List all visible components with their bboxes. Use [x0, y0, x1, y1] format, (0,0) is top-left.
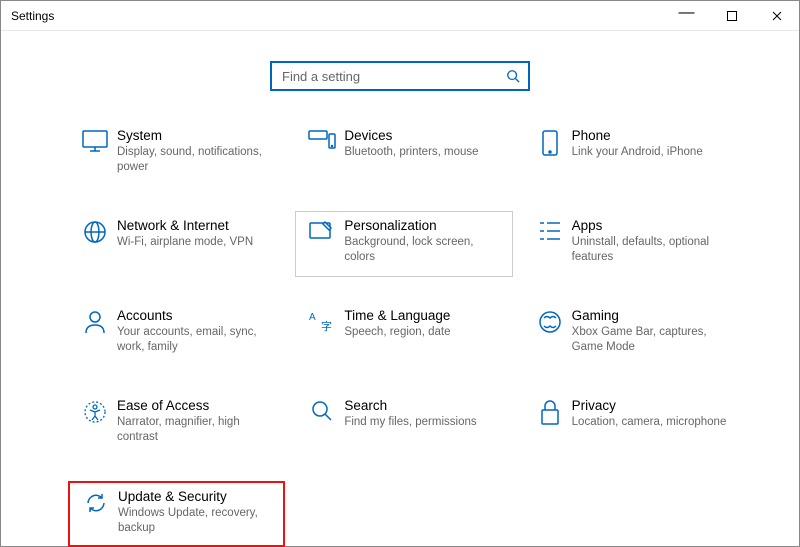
- tile-desc: Bluetooth, printers, mouse: [344, 145, 503, 160]
- tile-accounts[interactable]: Accounts Your accounts, email, sync, wor…: [68, 301, 285, 367]
- ease-of-access-icon: [77, 398, 113, 424]
- settings-grid: System Display, sound, notifications, po…: [60, 121, 740, 547]
- tile-title: Search: [344, 398, 503, 413]
- tile-desc: Speech, region, date: [344, 325, 503, 340]
- search-box[interactable]: [270, 61, 530, 91]
- window-title: Settings: [11, 9, 54, 23]
- tile-desc: Wi-Fi, airplane mode, VPN: [117, 235, 276, 250]
- personalization-icon: [304, 218, 340, 242]
- update-security-icon: [78, 489, 114, 515]
- tile-title: Phone: [572, 128, 731, 143]
- tile-title: Accounts: [117, 308, 276, 323]
- svg-text:A: A: [309, 312, 316, 323]
- tile-ease-of-access[interactable]: Ease of Access Narrator, magnifier, high…: [68, 391, 285, 457]
- search-icon: [506, 69, 520, 83]
- tile-update-security[interactable]: Update & Security Windows Update, recove…: [68, 481, 285, 547]
- tile-title: Gaming: [572, 308, 731, 323]
- close-button[interactable]: [754, 1, 799, 31]
- tile-personalization[interactable]: Personalization Background, lock screen,…: [295, 211, 512, 277]
- minimize-button[interactable]: —: [664, 1, 709, 31]
- gaming-icon: [532, 308, 568, 334]
- tile-title: Devices: [344, 128, 503, 143]
- tile-desc: Your accounts, email, sync, work, family: [117, 325, 276, 355]
- tile-phone[interactable]: Phone Link your Android, iPhone: [523, 121, 740, 187]
- tile-desc: Display, sound, notifications, power: [117, 145, 276, 175]
- privacy-icon: [532, 398, 568, 426]
- tile-desc: Link your Android, iPhone: [572, 145, 731, 160]
- tile-desc: Background, lock screen, colors: [344, 235, 503, 265]
- tile-title: Ease of Access: [117, 398, 276, 413]
- tile-gaming[interactable]: Gaming Xbox Game Bar, captures, Game Mod…: [523, 301, 740, 367]
- tile-desc: Narrator, magnifier, high contrast: [117, 415, 276, 445]
- tile-title: Privacy: [572, 398, 731, 413]
- tile-title: Personalization: [344, 218, 503, 233]
- tile-title: Time & Language: [344, 308, 503, 323]
- content-area: System Display, sound, notifications, po…: [1, 31, 799, 547]
- globe-icon: [77, 218, 113, 244]
- tile-apps[interactable]: Apps Uninstall, defaults, optional featu…: [523, 211, 740, 277]
- svg-text:字: 字: [321, 319, 332, 332]
- tile-devices[interactable]: Devices Bluetooth, printers, mouse: [295, 121, 512, 187]
- tile-search[interactable]: Search Find my files, permissions: [295, 391, 512, 457]
- tile-title: Update & Security: [118, 489, 275, 504]
- time-language-icon: A字: [304, 308, 340, 332]
- titlebar: Settings —: [1, 1, 799, 31]
- devices-icon: [304, 128, 340, 152]
- tile-title: Network & Internet: [117, 218, 276, 233]
- search-input[interactable]: [280, 68, 506, 85]
- system-icon: [77, 128, 113, 152]
- tile-desc: Windows Update, recovery, backup: [118, 506, 275, 536]
- tile-privacy[interactable]: Privacy Location, camera, microphone: [523, 391, 740, 457]
- search-tile-icon: [304, 398, 340, 422]
- tile-desc: Find my files, permissions: [344, 415, 503, 430]
- apps-icon: [532, 218, 568, 242]
- tile-desc: Xbox Game Bar, captures, Game Mode: [572, 325, 731, 355]
- tile-time-language[interactable]: A字 Time & Language Speech, region, date: [295, 301, 512, 367]
- maximize-button[interactable]: [709, 1, 754, 31]
- tile-desc: Uninstall, defaults, optional features: [572, 235, 731, 265]
- tile-network[interactable]: Network & Internet Wi-Fi, airplane mode,…: [68, 211, 285, 277]
- phone-icon: [532, 128, 568, 156]
- tile-title: Apps: [572, 218, 731, 233]
- accounts-icon: [77, 308, 113, 334]
- tile-desc: Location, camera, microphone: [572, 415, 731, 430]
- tile-system[interactable]: System Display, sound, notifications, po…: [68, 121, 285, 187]
- tile-title: System: [117, 128, 276, 143]
